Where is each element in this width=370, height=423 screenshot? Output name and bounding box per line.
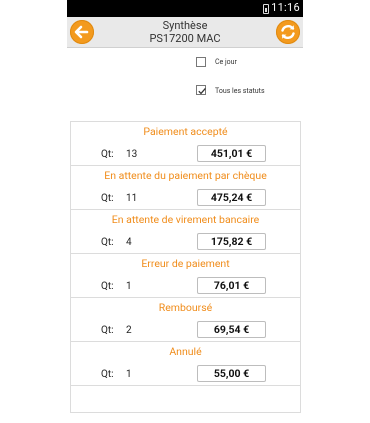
qt-value: 1 <box>126 281 132 292</box>
page-subtitle: PS17200 MAC <box>149 32 221 45</box>
status-title: Erreur de paiement <box>141 257 230 270</box>
status-section: Remboursé Qt: 2 69,54 € <box>71 298 300 342</box>
status-summary-list: Paiement accepté Qt: 13 451,01 € En atte… <box>70 121 301 413</box>
status-section: Erreur de paiement Qt: 1 76,01 € <box>71 254 300 298</box>
qt-value: 1 <box>126 369 132 380</box>
status-title: Remboursé <box>158 301 213 314</box>
amount-field: 451,01 € <box>197 145 266 162</box>
status-section: En attente de virement bancaire Qt: 4 17… <box>71 210 300 254</box>
all-statuses-label: Tous les statuts <box>215 87 265 95</box>
all-statuses-checkbox[interactable] <box>196 85 206 95</box>
amount-field: 175,82 € <box>197 233 266 250</box>
page-title: Synthèse <box>162 19 208 32</box>
status-section: En attente du paiement par chèque Qt: 11… <box>71 166 300 210</box>
qt-label: Qt: <box>101 237 114 248</box>
amount-field: 55,00 € <box>197 365 266 382</box>
today-label: Ce jour <box>215 58 237 66</box>
header-bar: Synthèse PS17200 MAC <box>67 17 303 48</box>
amount-field: 69,54 € <box>197 321 266 338</box>
qt-label: Qt: <box>101 369 114 380</box>
qt-label: Qt: <box>101 149 114 160</box>
qt-value: 13 <box>126 149 138 160</box>
amount-field: 475,24 € <box>197 189 266 206</box>
status-bar: 11:16 <box>67 0 303 17</box>
qt-label: Qt: <box>101 325 114 336</box>
status-section: Annulé Qt: 1 55,00 € <box>71 342 300 386</box>
status-title: En attente du paiement par chèque <box>104 169 267 182</box>
qt-value: 2 <box>126 325 132 336</box>
status-title: En attente de virement bancaire <box>111 213 260 226</box>
battery-icon <box>263 4 269 14</box>
status-time: 11:16 <box>271 1 300 14</box>
status-title: Annulé <box>169 345 202 358</box>
status-section: Paiement accepté Qt: 13 451,01 € <box>71 122 300 166</box>
app-screen: 11:16 Synthèse PS17200 MAC Ce jour Tous … <box>67 0 303 423</box>
qt-value: 11 <box>126 193 138 204</box>
status-title: Paiement accepté <box>143 125 228 138</box>
qt-value: 4 <box>126 237 132 248</box>
refresh-button[interactable] <box>276 20 300 44</box>
amount-field: 76,01 € <box>197 277 266 294</box>
today-checkbox[interactable] <box>196 57 206 67</box>
qt-label: Qt: <box>101 281 114 292</box>
refresh-icon <box>281 24 295 40</box>
checkmark-icon <box>198 87 206 95</box>
qt-label: Qt: <box>101 193 114 204</box>
